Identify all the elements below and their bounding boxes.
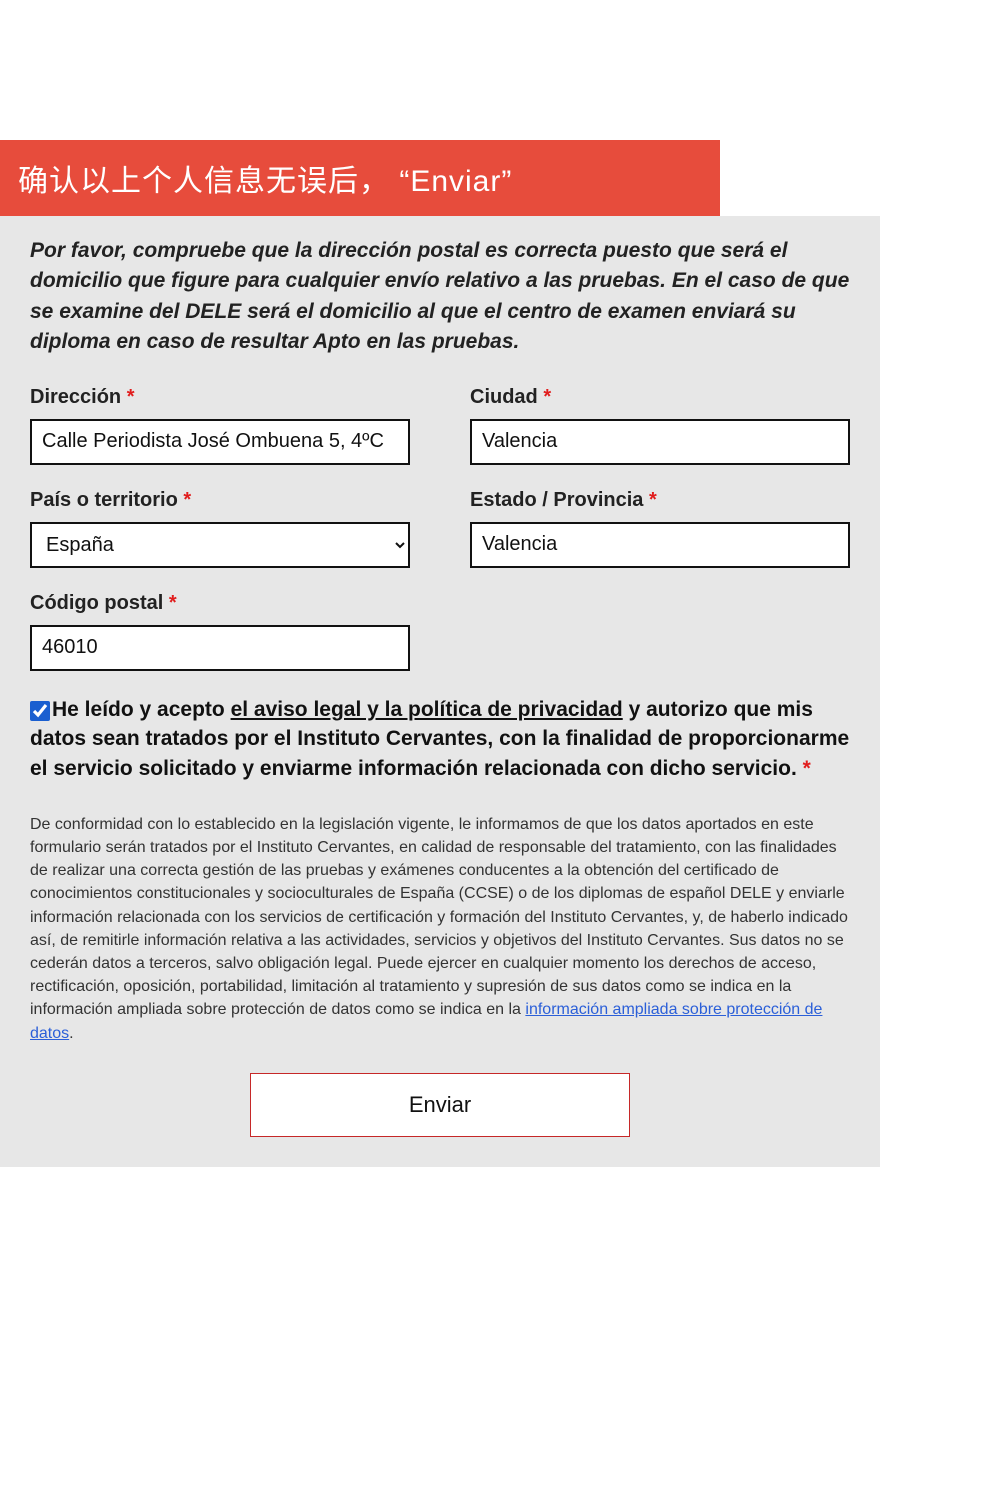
label-pais-text: País o territorio (30, 489, 178, 511)
label-direccion-text: Dirección (30, 386, 121, 408)
legal-body: De conformidad con lo establecido en la … (30, 816, 848, 1019)
consent-label[interactable]: He leído y acepto el aviso legal y la po… (30, 698, 849, 780)
address-form-panel: Por favor, compruebe que la dirección po… (0, 216, 880, 1167)
submit-button[interactable]: Enviar (250, 1073, 630, 1137)
label-estado: Estado / Provincia * (470, 489, 850, 512)
legal-text: De conformidad con lo establecido en la … (30, 813, 850, 1045)
page-wrapper: 确认以上个人信息无误后， “Enviar” Por favor, comprue… (0, 0, 1000, 1167)
required-mark: * (649, 489, 657, 511)
submit-wrap: Enviar (30, 1073, 850, 1137)
label-pais: País o territorio * (30, 489, 410, 512)
required-mark: * (543, 386, 551, 408)
label-direccion: Dirección * (30, 386, 410, 409)
label-estado-text: Estado / Provincia (470, 489, 643, 511)
consent-legal-link[interactable]: el aviso legal y la política de privacid… (231, 698, 623, 721)
field-ciudad: Ciudad * (470, 386, 850, 465)
input-estado[interactable] (470, 522, 850, 568)
instruction-banner: 确认以上个人信息无误后， “Enviar” (0, 140, 720, 216)
label-cp-text: Código postal (30, 592, 163, 614)
label-ciudad-text: Ciudad (470, 386, 538, 408)
row-1: Dirección * Ciudad * (30, 386, 850, 465)
legal-after: . (69, 1025, 73, 1042)
required-mark: * (803, 757, 811, 780)
select-pais[interactable]: España (30, 522, 410, 568)
field-estado: Estado / Provincia * (470, 489, 850, 568)
row-3: Código postal * (30, 592, 850, 671)
field-pais: País o territorio * España (30, 489, 410, 568)
required-mark: * (127, 386, 135, 408)
input-cp[interactable] (30, 625, 410, 671)
intro-text: Por favor, compruebe que la dirección po… (30, 236, 850, 358)
consent-block: He leído y acepto el aviso legal y la po… (30, 695, 850, 783)
consent-text-pre: He leído y acepto (52, 698, 231, 721)
required-mark: * (169, 592, 177, 614)
input-direccion[interactable] (30, 419, 410, 465)
field-cp: Código postal * (30, 592, 410, 671)
row-2: País o territorio * España Estado / Prov… (30, 489, 850, 568)
input-ciudad[interactable] (470, 419, 850, 465)
label-ciudad: Ciudad * (470, 386, 850, 409)
consent-checkbox[interactable] (30, 701, 50, 721)
required-mark: * (183, 489, 191, 511)
field-direccion: Dirección * (30, 386, 410, 465)
label-cp: Código postal * (30, 592, 410, 615)
